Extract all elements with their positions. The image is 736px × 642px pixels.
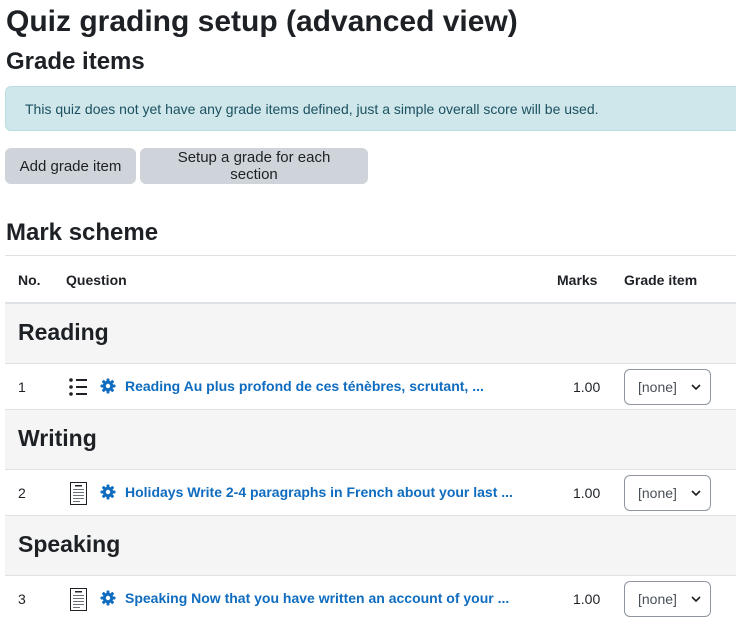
column-header-no: No.: [18, 272, 41, 288]
add-grade-item-button[interactable]: Add grade item: [5, 148, 136, 184]
column-header-grade-item: Grade item: [624, 272, 698, 288]
select-value: [none]: [638, 591, 677, 607]
grade-items-heading: Grade items: [6, 48, 145, 75]
section-heading: Writing: [18, 425, 97, 451]
multichoice-icon: [67, 376, 89, 398]
page-title: Quiz grading setup (advanced view): [6, 5, 518, 38]
section-heading: Reading: [18, 319, 109, 345]
question-number: 3: [18, 591, 26, 607]
section-heading: Speaking: [18, 531, 121, 557]
essay-icon: [67, 482, 89, 505]
grade-item-select[interactable]: [none]: [624, 581, 711, 617]
grade-item-select[interactable]: [none]: [624, 475, 711, 511]
table-header-row: No. Question Marks Grade item: [5, 255, 736, 304]
question-link[interactable]: Reading Au plus profond de ces ténèbres,…: [125, 378, 484, 394]
chevron-down-icon: [691, 384, 701, 391]
no-grade-items-notice: This quiz does not yet have any grade it…: [5, 86, 736, 131]
mark-scheme-heading: Mark scheme: [6, 219, 159, 246]
select-value: [none]: [638, 379, 677, 395]
chevron-down-icon: [691, 490, 701, 497]
question-link[interactable]: Speaking Now that you have written an ac…: [125, 590, 509, 606]
question-link[interactable]: Holidays Write 2-4 paragraphs in French …: [125, 484, 513, 500]
section-row-reading: Reading: [5, 304, 736, 364]
section-row-speaking: Speaking: [5, 516, 736, 576]
question-marks: 1.00: [573, 591, 601, 607]
question-marks: 1.00: [573, 485, 601, 501]
column-header-question: Question: [66, 272, 127, 288]
section-row-writing: Writing: [5, 410, 736, 470]
column-header-marks: Marks: [557, 272, 598, 288]
chevron-down-icon: [691, 596, 701, 603]
select-value: [none]: [638, 485, 677, 501]
edit-gear-icon[interactable]: [100, 378, 116, 394]
question-marks: 1.00: [573, 379, 601, 395]
question-number: 1: [18, 379, 26, 395]
grade-item-select[interactable]: [none]: [624, 369, 711, 405]
question-row-2: 2 Holidays Write 2-4 paragraphs in Frenc…: [5, 470, 736, 516]
notice-text: This quiz does not yet have any grade it…: [25, 100, 599, 117]
question-row-3: 3 Speaking Now that you have written an: [5, 576, 736, 622]
essay-icon: [67, 588, 89, 611]
edit-gear-icon[interactable]: [100, 590, 116, 606]
setup-section-grades-button[interactable]: Setup a grade for each section: [140, 148, 368, 184]
question-row-1: 1 Reading Au plus profond de ces ténèbre…: [5, 364, 736, 410]
question-number: 2: [18, 485, 26, 501]
edit-gear-icon[interactable]: [100, 484, 116, 500]
